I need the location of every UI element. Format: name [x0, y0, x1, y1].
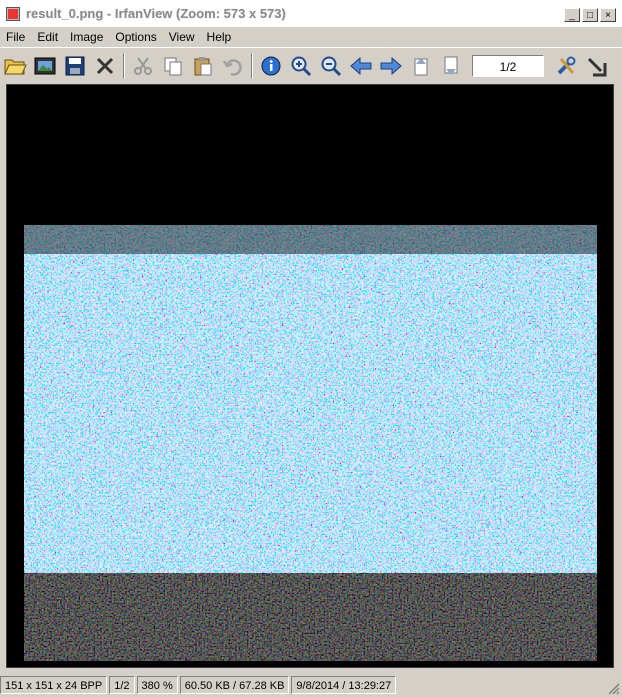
- page-down-icon[interactable]: [437, 51, 465, 81]
- info-icon[interactable]: [257, 51, 285, 81]
- status-zoom: 380 %: [136, 675, 178, 694]
- exit-icon[interactable]: [583, 51, 611, 81]
- next-icon[interactable]: [377, 51, 405, 81]
- window-title: result_0.png - IrfanView (Zoom: 573 x 57…: [26, 6, 286, 21]
- menu-view[interactable]: View: [163, 30, 201, 44]
- resize-grip-icon[interactable]: [606, 681, 620, 695]
- menu-edit[interactable]: Edit: [31, 30, 64, 44]
- menu-options[interactable]: Options: [109, 30, 162, 44]
- copy-icon[interactable]: [159, 51, 187, 81]
- save-icon[interactable]: [61, 51, 89, 81]
- undo-icon[interactable]: [219, 51, 247, 81]
- page-up-icon[interactable]: [407, 51, 435, 81]
- irfanview-app-icon[interactable]: [4, 5, 22, 23]
- cut-icon[interactable]: [129, 51, 157, 81]
- minimize-button[interactable]: _: [564, 8, 580, 22]
- status-datetime: 9/8/2014 / 13:29:27: [291, 675, 397, 694]
- status-filesize: 60.50 KB / 67.28 KB: [179, 675, 290, 694]
- toolbar-separator: [251, 53, 253, 79]
- menu-image[interactable]: Image: [64, 30, 109, 44]
- status-page: 1/2: [109, 675, 135, 694]
- status-dimensions: 151 x 151 x 24 BPP: [0, 675, 108, 694]
- delete-icon[interactable]: [91, 51, 119, 81]
- image-viewport[interactable]: [6, 84, 614, 668]
- settings-icon[interactable]: [553, 51, 581, 81]
- menu-file[interactable]: File: [0, 30, 31, 44]
- zoom-out-icon[interactable]: [317, 51, 345, 81]
- menu-bar: File Edit Image Options View Help: [0, 27, 622, 47]
- toolbar: 1/2: [0, 47, 622, 84]
- noise-image: [24, 225, 597, 575]
- toolbar-separator: [123, 53, 125, 79]
- close-button[interactable]: ×: [600, 8, 616, 22]
- previous-icon[interactable]: [347, 51, 375, 81]
- slideshow-icon[interactable]: [31, 51, 59, 81]
- status-bar: 151 x 151 x 24 BPP 1/2 380 % 60.50 KB / …: [0, 672, 622, 697]
- maximize-button[interactable]: □: [582, 8, 598, 22]
- page-indicator: 1/2: [472, 55, 544, 77]
- menu-help[interactable]: Help: [201, 30, 238, 44]
- dark-noise-band: [24, 573, 597, 661]
- noise-top-fade: [24, 218, 597, 254]
- title-bar[interactable]: result_0.png - IrfanView (Zoom: 573 x 57…: [0, 0, 622, 27]
- zoom-in-icon[interactable]: [287, 51, 315, 81]
- paste-icon[interactable]: [189, 51, 217, 81]
- open-folder-icon[interactable]: [1, 51, 29, 81]
